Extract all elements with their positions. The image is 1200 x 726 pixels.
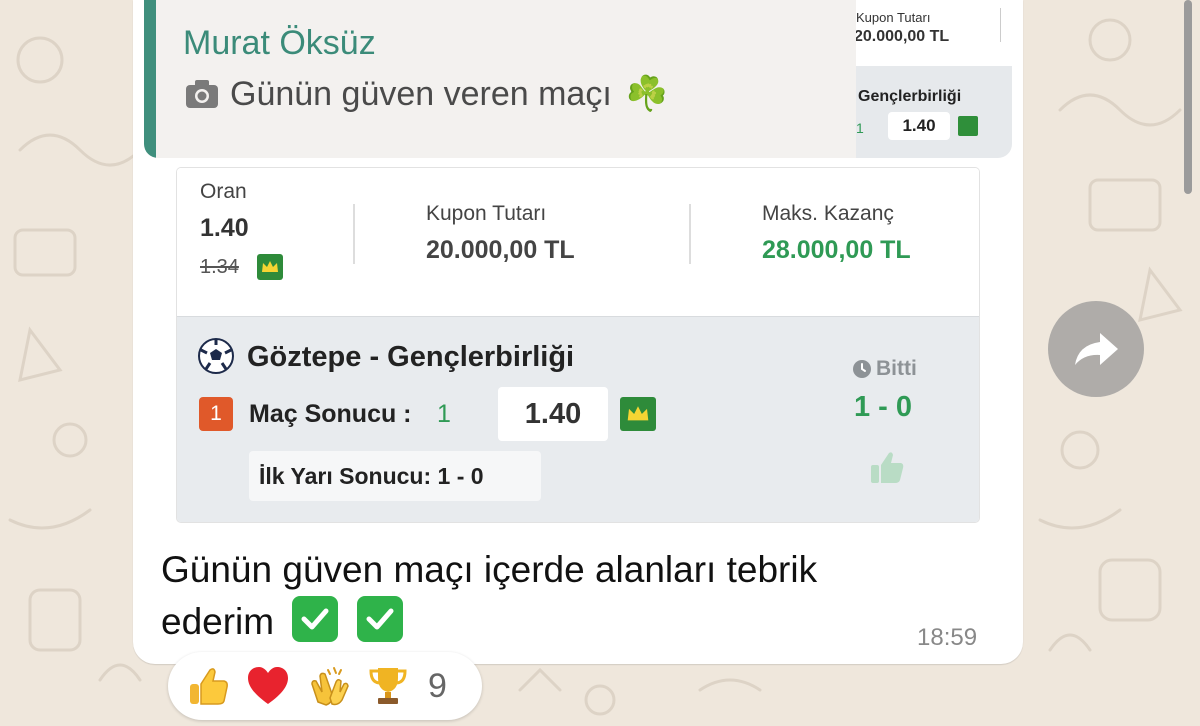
match-status: Bitti	[852, 357, 917, 381]
crown-icon	[958, 116, 978, 136]
thumb-kupon-label: Kupon Tutarı	[856, 10, 931, 25]
camera-icon	[186, 80, 218, 108]
coupon-summary: Oran 1.40 1.34 Kupon Tutarı 20.000,00 TL…	[177, 168, 979, 316]
clover-icon: ☘️	[625, 75, 669, 113]
thumb-teams: Gençlerbirliği	[858, 88, 962, 105]
clapping-hands-icon	[311, 667, 349, 706]
crown-icon	[620, 397, 656, 431]
message-line-2: ederim	[161, 601, 275, 642]
clock-icon	[853, 360, 871, 378]
maks-kazanc-value: 28.000,00 TL	[762, 236, 911, 264]
crown-icon	[257, 254, 283, 280]
thumbs-up-icon	[871, 452, 904, 483]
forward-button[interactable]	[1048, 301, 1144, 397]
thumb-kupon-value: 20.000,00 TL	[856, 28, 950, 45]
thumbs-up-icon	[190, 668, 228, 705]
check-mark-icon	[292, 596, 339, 642]
soccer-ball-icon	[198, 338, 234, 374]
message-time: 18:59	[917, 624, 978, 651]
half-time-result: İlk Yarı Sonucu: 1 - 0	[249, 451, 541, 501]
thumb-result: 1	[856, 120, 864, 136]
match-details: Göztepe - Gençlerbirliği 1 Maç Sonucu : …	[177, 316, 979, 522]
trophy-icon	[369, 668, 407, 704]
quote-thumbnail[interactable]: Kupon Tutarı 20.000,00 TL Gençlerbirliği…	[856, 0, 1012, 158]
quote-accent-bar	[144, 0, 156, 158]
status-text: Bitti	[876, 357, 917, 380]
quoted-message[interactable]: Murat Öksüz Günün güven veren maçı ☘️ Ku…	[144, 0, 1012, 158]
thumb-top: Kupon Tutarı 20.000,00 TL	[856, 0, 1012, 66]
message-line-1: Günün güven maçı içerde alanları tebrik	[161, 549, 818, 590]
maks-kazanc-label: Maks. Kazanç	[762, 202, 894, 225]
summary-divider	[353, 204, 355, 264]
bet-coupon-card: Oran 1.40 1.34 Kupon Tutarı 20.000,00 TL…	[177, 168, 979, 522]
quote-author: Murat Öksüz	[183, 24, 376, 62]
thumb-divider	[1000, 8, 1001, 42]
match-teams: Göztepe - Gençlerbirliği	[247, 341, 575, 373]
thumb-bottom: Gençlerbirliği 1 1.40	[856, 66, 1012, 158]
check-mark-icon	[356, 596, 403, 642]
market-label: Maç Sonucu :	[249, 400, 412, 428]
oran-value: 1.40	[200, 214, 249, 242]
market-number-badge: 1	[199, 397, 233, 431]
oran-label: Oran	[200, 180, 247, 203]
summary-divider	[689, 204, 691, 264]
odd-value: 1.40	[498, 387, 608, 441]
match-score: 1 - 0	[854, 391, 913, 423]
thumb-odd: 1.40	[888, 112, 950, 140]
forward-icon	[1075, 333, 1118, 365]
quote-text: Günün güven veren maçı	[230, 74, 612, 113]
kupon-value: 20.000,00 TL	[426, 236, 575, 264]
oran-old-value: 1.34	[200, 256, 239, 278]
market-pick: 1	[437, 400, 451, 428]
scrollbar[interactable]	[1184, 0, 1192, 194]
kupon-label: Kupon Tutarı	[426, 202, 547, 225]
reaction-count: 9	[428, 666, 447, 705]
message-text: Günün güven maçı içerde alanları tebrik …	[161, 544, 961, 648]
heart-icon	[248, 667, 288, 704]
reactions-bar[interactable]: 9	[168, 652, 482, 720]
quote-line: Günün güven veren maçı ☘️	[184, 74, 668, 114]
